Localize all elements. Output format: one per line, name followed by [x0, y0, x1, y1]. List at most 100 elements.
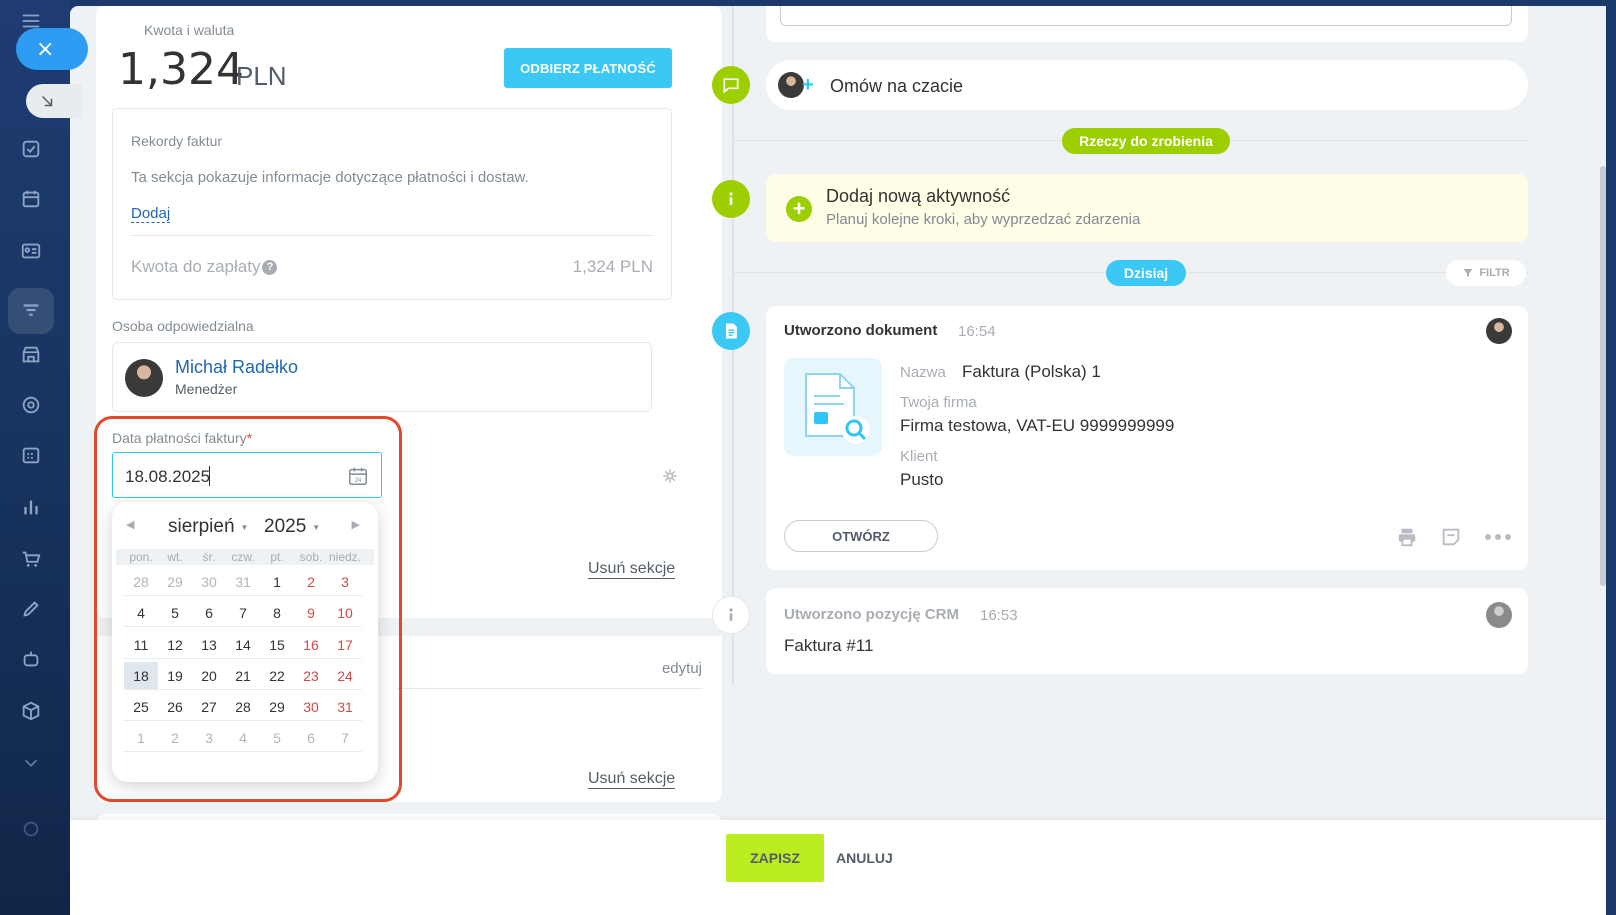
responsible-person-box[interactable]: Michał Radełko Menedżer [112, 342, 652, 412]
receive-payment-button[interactable]: ODBIERZ PŁATNOŚĆ [504, 48, 672, 88]
document-icon [712, 312, 750, 350]
calendar-day[interactable]: 28 [226, 693, 260, 722]
calendar-day[interactable]: 1 [124, 724, 158, 753]
responsible-name[interactable]: Michał Radełko [175, 357, 298, 378]
calendar-day[interactable]: 2 [294, 568, 328, 596]
edit-link[interactable]: edytuj [662, 660, 702, 677]
weekday-label: czw. [231, 550, 255, 564]
minimize-slider-button[interactable] [26, 84, 82, 118]
close-slider-button[interactable]: × [16, 28, 88, 70]
due-date-input[interactable]: 18.08.2025 24 [112, 452, 382, 498]
remove-section-link[interactable]: Usuń sekcje [588, 560, 676, 579]
add-record-link[interactable]: Dodaj [131, 205, 171, 223]
scrollbar[interactable] [1600, 166, 1606, 586]
calendar-day[interactable]: 31 [226, 568, 260, 596]
save-button[interactable]: ZAPISZ [726, 834, 824, 882]
help-icon[interactable]: ? [262, 259, 278, 275]
calendar-day[interactable]: 14 [226, 631, 260, 659]
calendar-day[interactable]: 5 [158, 599, 192, 628]
calendar-day[interactable]: 2 [158, 724, 192, 753]
calendar-day[interactable]: 22 [260, 662, 294, 690]
schedule-icon[interactable] [18, 442, 44, 468]
calendar-day[interactable]: 7 [328, 724, 362, 753]
analytics-icon[interactable] [18, 494, 44, 520]
calendar-day[interactable]: 7 [226, 599, 260, 628]
document-preview[interactable] [784, 358, 882, 456]
calendar-day[interactable]: 5 [260, 724, 294, 753]
robot-icon[interactable] [18, 646, 44, 672]
day-grid: 28 29 30 31 1 2 3 4 5 6 7 8 9 10 11 12 13 14 15 16 17 18 19 20 2… [124, 568, 362, 756]
year-select[interactable]: 2025 ▼ [264, 516, 320, 538]
add-activity-card[interactable]: + Dodaj nową aktywność Planuj kolejne kr… [766, 174, 1528, 242]
target-icon[interactable] [18, 392, 44, 418]
calendar-day[interactable]: 12 [158, 631, 192, 659]
divider [131, 235, 653, 236]
calendar-day[interactable]: 25 [124, 693, 158, 722]
note-icon[interactable] [1440, 526, 1462, 548]
calendar-day[interactable]: 30 [192, 568, 226, 596]
calendar-day[interactable]: 8 [260, 599, 294, 628]
more-icon[interactable] [1484, 526, 1512, 548]
gear-icon[interactable] [662, 468, 678, 484]
amount-value: 1,324 [118, 44, 244, 95]
calendar-day[interactable]: 15 [260, 631, 294, 659]
filter-icon [1463, 269, 1473, 277]
filter-button[interactable]: FILTR [1446, 260, 1526, 286]
crm-funnel-icon[interactable] [18, 298, 44, 324]
calendar-day[interactable]: 4 [226, 724, 260, 753]
store-icon[interactable] [18, 342, 44, 368]
calendar-day[interactable]: 17 [328, 631, 362, 659]
calendar-day[interactable]: 1 [260, 568, 294, 596]
edit-icon[interactable] [18, 596, 44, 622]
calendar-icon[interactable]: 24 [347, 465, 369, 487]
calendar-day[interactable]: 18 [124, 661, 158, 690]
chevron-down-icon[interactable] [18, 750, 44, 776]
cart-icon[interactable] [18, 546, 44, 572]
comment-editor-card [766, 6, 1528, 42]
tasks-icon[interactable] [18, 136, 44, 162]
next-month-button[interactable]: ▶ [352, 518, 360, 531]
month-select[interactable]: sierpień ▼ [168, 516, 248, 538]
print-icon[interactable] [1396, 526, 1418, 548]
calendar-day[interactable]: 29 [260, 693, 294, 722]
calendar-day[interactable]: 3 [328, 568, 362, 596]
calendar-day[interactable]: 31 [328, 693, 362, 722]
prev-month-button[interactable]: ◀ [126, 518, 134, 531]
calendar-day[interactable]: 19 [158, 662, 192, 690]
calendar-day[interactable]: 11 [124, 631, 158, 659]
discuss-in-chat-button[interactable]: + Omów na czacie [766, 60, 1528, 110]
calendar-day[interactable]: 4 [124, 599, 158, 628]
calendar-day[interactable]: 20 [192, 662, 226, 690]
cancel-button[interactable]: ANULUJ [836, 850, 893, 866]
amount-due-label: Kwota do zapłaty ? [131, 257, 278, 277]
box-icon[interactable] [18, 698, 44, 724]
calendar-icon[interactable] [18, 186, 44, 212]
calendar-day[interactable]: 29 [158, 568, 192, 596]
crm-item-time: 16:53 [980, 607, 1018, 624]
calendar-day[interactable]: 13 [192, 631, 226, 659]
comment-input[interactable] [780, 6, 1512, 26]
calendar-day[interactable]: 23 [294, 662, 328, 690]
calendar-day[interactable]: 30 [294, 693, 328, 722]
calendar-day[interactable]: 26 [158, 693, 192, 722]
calendar-day[interactable]: 3 [192, 724, 226, 753]
calendar-day[interactable]: 16 [294, 631, 328, 659]
calendar-day[interactable]: 10 [328, 599, 362, 628]
open-document-button[interactable]: OTWÓRZ [784, 520, 938, 552]
calendar-day[interactable]: 21 [226, 662, 260, 690]
footer-bar: ZAPISZ ANULUJ [70, 820, 1606, 915]
calendar-day[interactable]: 28 [124, 568, 158, 596]
calendar-day[interactable]: 6 [192, 599, 226, 628]
remove-section-link[interactable]: Usuń sekcje [588, 770, 676, 789]
settings-icon[interactable] [18, 816, 44, 842]
calendar-day[interactable]: 6 [294, 724, 328, 753]
add-activity-title[interactable]: Dodaj nową aktywność [826, 186, 1010, 207]
todo-badge: Rzeczy do zrobienia [1062, 128, 1230, 154]
calendar-day[interactable]: 24 [328, 662, 362, 690]
add-activity-plus-icon[interactable]: + [786, 196, 812, 222]
contact-card-icon[interactable] [18, 238, 44, 264]
avatar [778, 72, 804, 98]
close-icon: × [36, 36, 55, 62]
calendar-day[interactable]: 9 [294, 599, 328, 628]
calendar-day[interactable]: 27 [192, 693, 226, 722]
